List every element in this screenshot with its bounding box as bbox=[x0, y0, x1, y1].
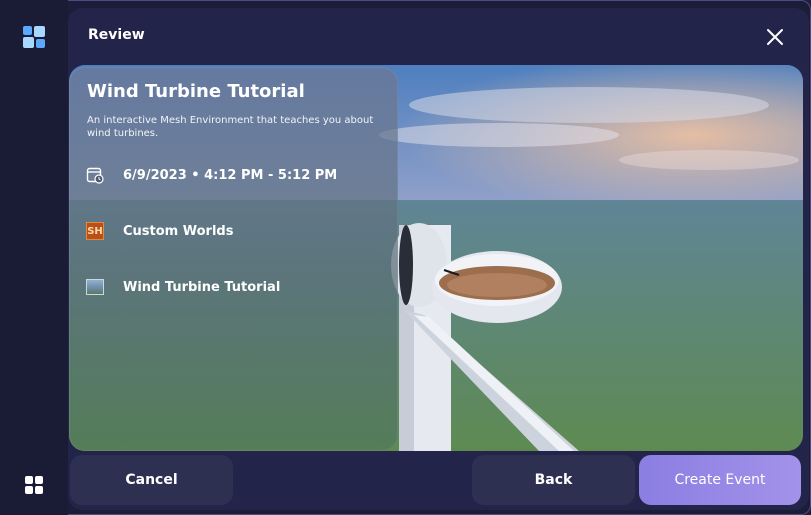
apps-grid-icon[interactable] bbox=[25, 476, 43, 494]
create-event-button[interactable]: Create Event bbox=[639, 455, 801, 505]
event-name: Wind Turbine Tutorial bbox=[87, 81, 305, 102]
back-button[interactable]: Back bbox=[472, 455, 635, 505]
event-collection: Custom Worlds bbox=[123, 223, 234, 239]
event-environment: Wind Turbine Tutorial bbox=[123, 279, 281, 295]
mesh-logo-icon[interactable] bbox=[23, 26, 45, 48]
event-datetime-row: 6/9/2023 • 4:12 PM - 5:12 PM bbox=[86, 165, 337, 185]
cancel-button[interactable]: Cancel bbox=[70, 455, 233, 505]
calendar-clock-icon bbox=[86, 166, 104, 184]
event-info-card: Wind Turbine Tutorial An interactive Mes… bbox=[69, 67, 398, 451]
close-icon[interactable] bbox=[764, 26, 786, 48]
environment-thumbnail-icon bbox=[86, 279, 104, 295]
event-collection-row: SH Custom Worlds bbox=[86, 221, 233, 241]
event-datetime: 6/9/2023 • 4:12 PM - 5:12 PM bbox=[123, 167, 338, 183]
event-description: An interactive Mesh Environment that tea… bbox=[87, 115, 374, 139]
collection-logo: SH bbox=[86, 222, 104, 240]
left-rail bbox=[0, 0, 68, 515]
dialog-title: Review bbox=[88, 27, 145, 43]
event-environment-row: Wind Turbine Tutorial bbox=[86, 277, 280, 297]
